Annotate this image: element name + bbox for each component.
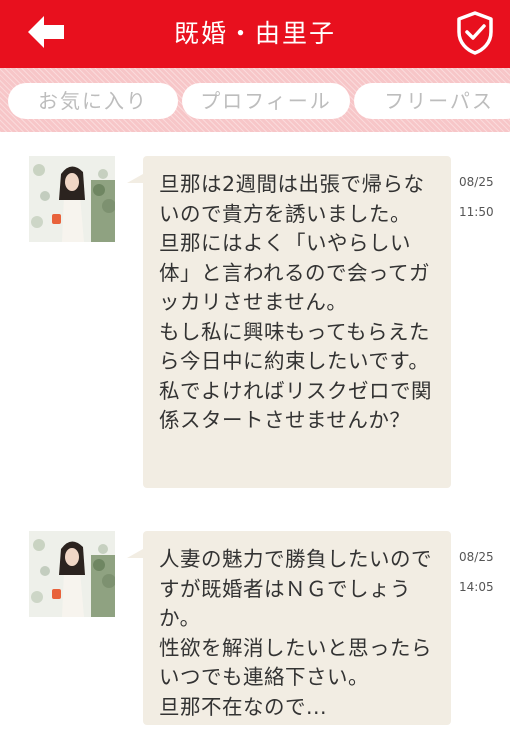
page-title: 既婚・由里子	[173, 19, 336, 48]
message-date: 08/25	[459, 550, 494, 564]
bubble-tail	[127, 174, 143, 183]
message-date: 08/25	[459, 175, 494, 189]
avatar[interactable]	[29, 156, 115, 242]
message-timestamp: 08/25 11:50	[459, 160, 494, 235]
bubble-tail	[127, 549, 143, 558]
tab-profile[interactable]: プロフィール	[182, 83, 350, 119]
avatar-photo	[29, 531, 115, 617]
message-bubble: 人妻の魅力で勝負したいのですが既婚者はＮＧでしょうか。 性欲を解消したいと思った…	[143, 531, 451, 725]
shield-check-icon	[457, 11, 493, 55]
tab-freepass[interactable]: フリーパス	[354, 83, 510, 119]
tab-favorites[interactable]: お気に入り	[8, 83, 178, 119]
message-time: 11:50	[459, 205, 494, 219]
verified-button[interactable]	[454, 10, 496, 56]
message-bubble: 旦那は2週間は出張で帰らないので貴方を誘いました。 旦那にはよく「いやらしい体」…	[143, 156, 451, 488]
app-header: 既婚・由里子	[0, 0, 510, 68]
avatar[interactable]	[29, 531, 115, 617]
message-timestamp: 08/25 14:05	[459, 535, 494, 610]
avatar-photo	[29, 156, 115, 242]
message-time: 14:05	[459, 580, 494, 594]
tab-bar: お気に入り プロフィール フリーパス	[0, 68, 510, 132]
